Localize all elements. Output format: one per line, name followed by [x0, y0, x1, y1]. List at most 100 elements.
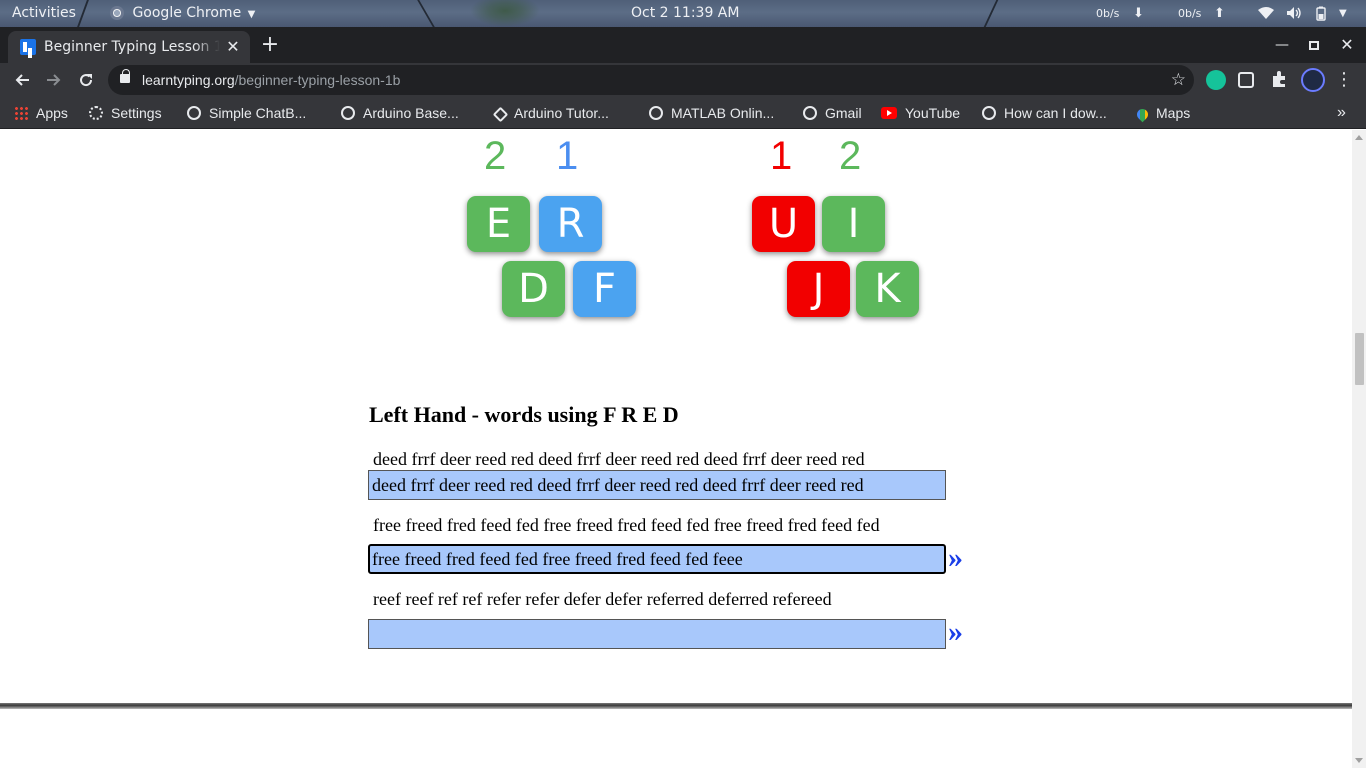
globe-icon — [982, 106, 996, 120]
key-u: U — [752, 196, 815, 252]
chevron-down-icon: ▼ — [247, 9, 256, 20]
globe-icon — [803, 106, 817, 120]
scroll-down-arrow-icon[interactable] — [1355, 758, 1363, 763]
key-d: D — [502, 261, 565, 317]
new-tab-button[interactable]: + — [258, 31, 282, 59]
next-exercise-3-button[interactable]: » — [948, 617, 963, 647]
browser-toolbar: learntyping.org/beginner-typing-lesson-1… — [0, 63, 1366, 97]
app-menu[interactable]: Google Chrome ▼ — [110, 0, 255, 27]
bookmark-label: Gmail — [825, 105, 862, 121]
close-window-icon[interactable]: ✕ — [1333, 31, 1361, 59]
back-arrow-icon[interactable] — [8, 66, 36, 94]
exercise-2-prompt: free freed fred feed fed free freed fred… — [373, 515, 880, 535]
minimize-icon[interactable]: — — [1268, 31, 1296, 59]
bookmark-how-can-i-download[interactable]: How can I dow... — [982, 97, 1107, 129]
wallpaper-wire — [77, 0, 89, 27]
finger-number-right-index: 1 — [770, 134, 793, 178]
bookmarks-overflow-chevron-icon[interactable]: » — [1337, 97, 1346, 129]
forward-arrow-icon[interactable] — [40, 66, 68, 94]
bookmark-simple-chatbot[interactable]: Simple ChatB... — [187, 97, 306, 129]
globe-icon — [187, 106, 201, 120]
bookmark-arduino-base[interactable]: Arduino Base... — [341, 97, 459, 129]
page-content: 2 1 1 2 E R D F U I J K Left Hand - word… — [0, 130, 1352, 768]
bookmark-label: Settings — [111, 105, 162, 121]
tab-title: Beginner Typing Lesson 1 — [44, 39, 220, 55]
bookmark-settings[interactable]: Settings — [89, 97, 162, 129]
tutorial-icon — [492, 106, 509, 123]
scrollbar-thumb[interactable] — [1355, 333, 1364, 385]
finger-number-right-middle: 2 — [839, 134, 862, 178]
tab-strip: Beginner Typing Lesson 1 ✕ + — ✕ — [0, 27, 1366, 63]
address-bar[interactable]: learntyping.org/beginner-typing-lesson-1… — [108, 65, 1194, 95]
exercise-2-input[interactable]: free freed fred feed fed free freed fred… — [368, 544, 946, 574]
learntyping-favicon-icon — [20, 39, 36, 55]
volume-icon[interactable] — [1286, 0, 1302, 27]
tab-active[interactable]: Beginner Typing Lesson 1 ✕ — [8, 31, 250, 63]
chrome-menu-icon[interactable]: ⋮ — [1330, 66, 1358, 94]
next-exercise-2-button[interactable]: » — [948, 543, 963, 573]
bookmark-label: Simple ChatB... — [209, 105, 307, 121]
clock[interactable]: Oct 2 11:39 AM — [631, 0, 739, 27]
url-host: learntyping.org — [142, 72, 235, 88]
app-menu-label: Google Chrome — [132, 5, 242, 21]
exercise-3-prompt: reef reef ref ref refer refer defer defe… — [373, 589, 832, 609]
lock-icon[interactable] — [120, 69, 130, 83]
key-i: I — [822, 196, 885, 252]
bookmark-label: Apps — [36, 105, 68, 121]
arrow-up-icon: ⬆ — [1214, 6, 1225, 21]
maximize-icon[interactable] — [1300, 31, 1328, 59]
scroll-up-arrow-icon[interactable] — [1355, 135, 1363, 140]
section-title: Left Hand - words using F R E D — [369, 402, 679, 427]
gear-icon — [89, 106, 103, 120]
activities-button[interactable]: Activities — [12, 0, 76, 27]
grammarly-extension-icon[interactable] — [1206, 70, 1226, 90]
key-j: J — [787, 261, 850, 317]
bookmark-label: Arduino Tutor... — [514, 105, 609, 121]
battery-icon[interactable] — [1316, 0, 1326, 27]
youtube-icon — [881, 107, 897, 119]
bookmark-youtube[interactable]: YouTube — [881, 97, 960, 129]
globe-icon — [649, 106, 663, 120]
bookmark-label: Maps — [1156, 105, 1191, 121]
system-top-bar: Activities Google Chrome ▼ Oct 2 11:39 A… — [0, 0, 1366, 27]
reload-icon[interactable] — [72, 66, 100, 94]
net-down-rate: 0b/s — [1096, 7, 1120, 20]
key-r: R — [539, 196, 602, 252]
key-e: E — [467, 196, 530, 252]
bookmark-star-icon[interactable]: ☆ — [1171, 65, 1186, 95]
globe-icon — [341, 106, 355, 120]
bookmark-apps[interactable]: Apps — [14, 97, 68, 129]
close-tab-icon[interactable]: ✕ — [224, 38, 242, 56]
finger-number-left-middle: 2 — [484, 134, 507, 178]
system-menu-chevron-icon[interactable]: ▼ — [1339, 0, 1347, 27]
bookmark-maps[interactable]: Maps — [1134, 97, 1191, 129]
section-divider — [0, 703, 1352, 709]
bookmark-matlab-online[interactable]: MATLAB Onlin... — [649, 97, 774, 129]
cube-extension-icon[interactable] — [1238, 72, 1254, 88]
bookmark-label: MATLAB Onlin... — [671, 105, 775, 121]
wifi-icon[interactable] — [1258, 0, 1274, 27]
exercise-1-input[interactable]: deed frrf deer reed red deed frrf deer r… — [368, 470, 946, 500]
arrow-down-icon: ⬇ — [1133, 6, 1144, 21]
url-text[interactable]: learntyping.org/beginner-typing-lesson-1… — [142, 65, 400, 95]
net-up-rate: 0b/s — [1178, 7, 1202, 20]
key-k: K — [856, 261, 919, 317]
bookmark-label: YouTube — [905, 105, 961, 121]
chrome-icon — [110, 6, 124, 20]
bookmark-arduino-tutorial[interactable]: Arduino Tutor... — [492, 97, 609, 129]
maps-pin-icon — [1134, 106, 1151, 123]
bookmark-label: Arduino Base... — [363, 105, 459, 121]
bookmark-label: How can I dow... — [1004, 105, 1107, 121]
profile-avatar[interactable] — [1301, 68, 1325, 92]
finger-number-left-index: 1 — [556, 134, 579, 178]
page-scrollbar[interactable] — [1352, 130, 1366, 768]
extensions-puzzle-icon[interactable] — [1270, 70, 1290, 90]
apps-grid-icon — [14, 106, 28, 120]
exercise-3-input[interactable] — [368, 619, 946, 649]
bookmarks-bar: Apps Settings Simple ChatB... Arduino Ba… — [0, 97, 1366, 129]
bookmark-gmail[interactable]: Gmail — [803, 97, 862, 129]
wallpaper-wire — [983, 0, 999, 27]
exercise-1-prompt: deed frrf deer reed red deed frrf deer r… — [373, 449, 865, 469]
url-path: /beginner-typing-lesson-1b — [234, 72, 401, 88]
wallpaper-tree — [470, 0, 540, 27]
